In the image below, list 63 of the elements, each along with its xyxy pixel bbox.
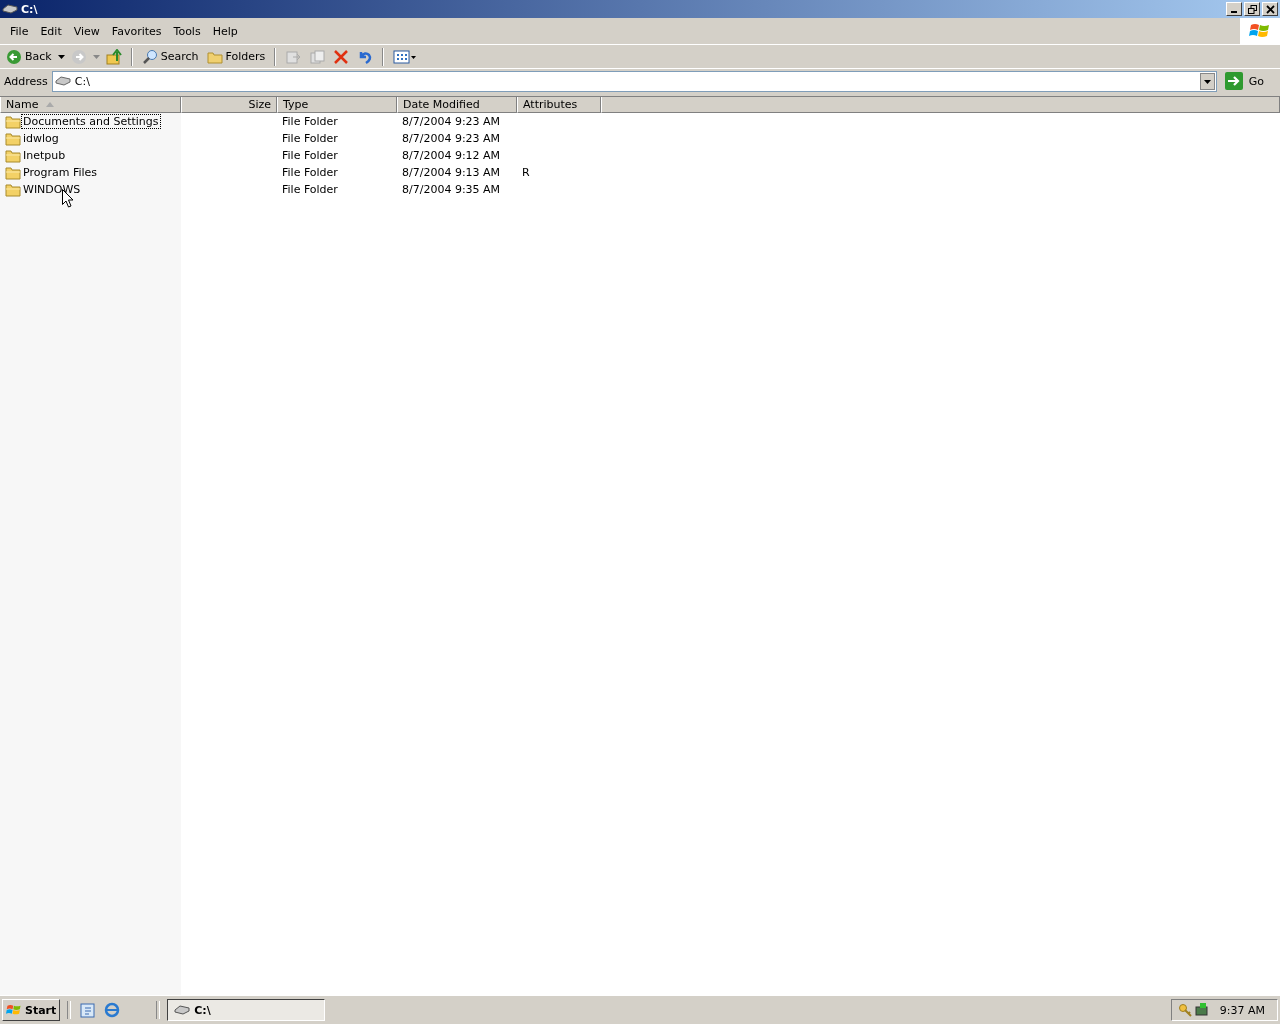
column-header[interactable]: Name — [0, 97, 181, 113]
taskbar-window-button[interactable]: C:\ — [167, 999, 326, 1021]
copy-to-icon[interactable] — [309, 48, 326, 65]
date-modified: 8/7/2004 9:12 AM — [402, 149, 501, 162]
delete-icon[interactable] — [333, 48, 350, 65]
file-name[interactable]: Inetpub — [21, 148, 68, 163]
folders-button[interactable]: Folders — [204, 48, 268, 65]
date-modified: 8/7/2004 9:23 AM — [402, 132, 501, 145]
arrow-icon — [1224, 72, 1243, 90]
folder-icon — [5, 148, 21, 163]
close-button[interactable] — [1262, 2, 1278, 16]
column-header[interactable]: Size — [181, 97, 277, 113]
drive-icon — [54, 76, 71, 86]
file-type: File Folder — [282, 183, 338, 196]
back-button[interactable]: Back — [4, 48, 54, 65]
address-field[interactable]: C:\ — [51, 70, 1217, 92]
menu-item[interactable]: Tools — [167, 24, 207, 38]
column-header[interactable]: Attributes — [517, 97, 601, 113]
file-type: File Folder — [282, 149, 338, 162]
forward-icon[interactable] — [70, 48, 87, 65]
desktop-shortcut-icon[interactable] — [80, 1002, 97, 1018]
file-type: File Folder — [282, 132, 338, 145]
views-icon[interactable] — [393, 48, 418, 65]
browser-icon[interactable] — [104, 1002, 121, 1018]
go-button[interactable]: Go — [1220, 72, 1278, 90]
column-header[interactable]: Date Modified — [397, 97, 517, 113]
restore-button[interactable] — [1244, 2, 1260, 16]
folder-icon — [5, 131, 21, 146]
folder-icon — [5, 165, 21, 180]
search-icon — [141, 48, 158, 65]
clock: 9:37 AM — [1219, 1003, 1265, 1017]
date-modified: 8/7/2004 9:35 AM — [402, 183, 501, 196]
menu-item[interactable]: File — [4, 24, 35, 38]
windows-logo — [6, 1003, 22, 1017]
menu-item[interactable]: Help — [206, 24, 244, 38]
file-type: File Folder — [282, 166, 338, 179]
window-title: C:\ — [21, 2, 38, 16]
file-name[interactable]: idwlog — [21, 131, 61, 146]
menu-item[interactable]: Edit — [34, 24, 68, 38]
file-attributes: R — [522, 166, 530, 179]
menu-item[interactable]: View — [67, 24, 106, 38]
move-to-icon[interactable] — [285, 48, 302, 65]
drive-icon — [2, 4, 18, 14]
folder-icon — [5, 114, 21, 129]
folder-icon — [5, 182, 21, 197]
monitor-icon[interactable] — [1194, 1003, 1209, 1017]
file-type: File Folder — [282, 115, 338, 128]
search-button[interactable]: Search — [139, 48, 201, 65]
up-folder-icon[interactable] — [105, 48, 122, 65]
date-modified: 8/7/2004 9:13 AM — [402, 166, 501, 179]
file-name[interactable]: WINDOWS — [21, 182, 83, 197]
file-name[interactable]: Program Files — [21, 165, 100, 180]
address-label: Address — [4, 74, 48, 88]
key-icon[interactable] — [1177, 1003, 1192, 1017]
minimize-button[interactable] — [1226, 2, 1242, 16]
menu-item[interactable]: Favorites — [105, 24, 168, 38]
file-name[interactable]: Documents and Settings — [21, 114, 161, 129]
start-button[interactable]: Start — [2, 999, 61, 1021]
sort-arrow-icon — [46, 102, 55, 107]
date-modified: 8/7/2004 9:23 AM — [402, 115, 501, 128]
drive-icon — [174, 1005, 191, 1015]
column-header[interactable]: Type — [277, 97, 397, 113]
dropdown-arrow-icon[interactable] — [57, 54, 65, 59]
